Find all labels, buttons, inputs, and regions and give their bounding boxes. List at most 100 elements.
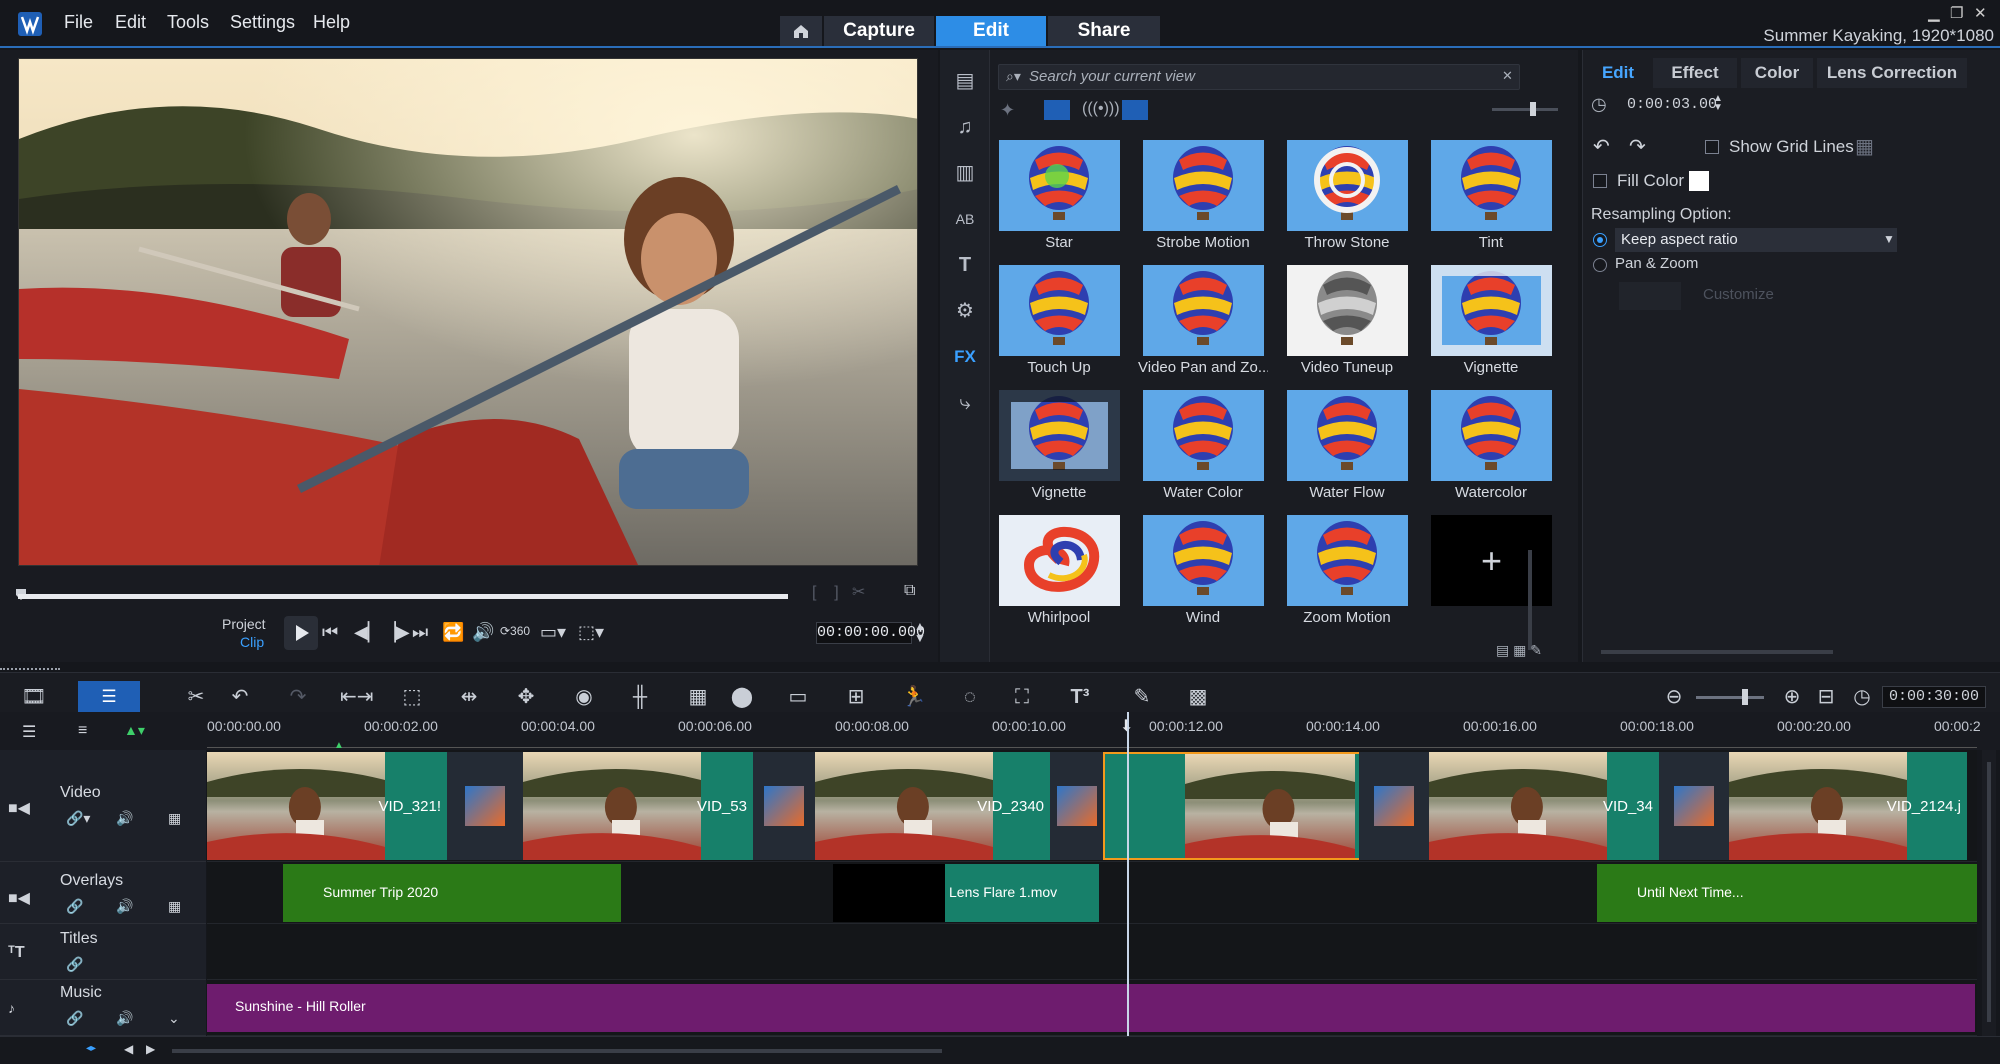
add-effect-button[interactable]: + <box>1431 515 1552 606</box>
3d-title-icon[interactable]: T³ <box>1066 683 1094 711</box>
effect-thumbnail[interactable]: Tint <box>1426 136 1556 256</box>
timeline-view-button[interactable]: ☰ <box>78 681 140 713</box>
thumbnail-size-handle[interactable] <box>1530 102 1536 116</box>
library-view-icon[interactable]: ▤ ▦ ✎ <box>1496 642 1542 659</box>
instant-project-icon[interactable]: ▥ <box>950 158 980 188</box>
video-clip[interactable]: VID_34 <box>1429 752 1659 860</box>
view-all-button[interactable] <box>1122 100 1148 120</box>
painting-icon[interactable]: ✎ <box>1128 683 1156 711</box>
effect-thumbnail[interactable]: Wind <box>1138 511 1268 631</box>
play-button[interactable] <box>284 616 318 650</box>
zoom-out-icon[interactable]: ⊖ <box>1660 683 1688 711</box>
track-header-video[interactable]: ■◀ Video 🔗▾ 🔊 ▦ <box>0 750 206 862</box>
motion-tracking-icon[interactable]: 🏃 <box>900 683 928 711</box>
mute-icon[interactable]: 🔊 <box>116 1010 133 1027</box>
track-header-music[interactable]: ♪ Music 🔗 🔊 ⌄ <box>0 980 206 1036</box>
effect-thumbnail[interactable]: Star <box>994 136 1124 256</box>
timeline-ruler[interactable]: ☰ ≡ ▲▾ 00:00:00.00 00:00:02.00 00:00:04.00… <box>0 712 2000 751</box>
fill-color-checkbox[interactable] <box>1593 174 1607 188</box>
go-to-start-icon[interactable]: ⏮ <box>322 622 338 643</box>
zoom-slider[interactable] <box>1696 696 1764 699</box>
move-icon[interactable]: ✥ <box>512 683 540 711</box>
effect-thumbnail[interactable]: Watercolor <box>1426 386 1556 506</box>
previous-frame-icon[interactable]: ◀▏ <box>354 622 382 643</box>
zoom-in-icon[interactable]: ⊕ <box>1778 683 1806 711</box>
view-video-filter-button[interactable] <box>1044 100 1070 120</box>
grid-icon[interactable]: ▦ <box>168 898 181 915</box>
track-lane-titles[interactable] <box>207 924 1977 980</box>
customize-button[interactable]: Customize <box>1703 286 1774 303</box>
redo-icon[interactable]: ↷ <box>284 683 312 711</box>
effect-thumbnail[interactable]: Vignette <box>1426 261 1556 381</box>
audio-icon[interactable]: ♫ <box>950 112 980 142</box>
menu-help[interactable]: Help <box>313 12 350 33</box>
effect-thumbnail[interactable]: Zoom Motion <box>1282 511 1412 631</box>
link-icon[interactable]: 🔗 <box>66 956 83 973</box>
show-grid-lines-checkbox[interactable] <box>1705 140 1719 154</box>
video-clip[interactable]: VID_321! <box>207 752 447 860</box>
mask-icon[interactable]: ⬤ <box>728 683 756 711</box>
options-scrollbar[interactable] <box>1601 650 1833 654</box>
transition-block[interactable] <box>1359 752 1429 860</box>
menu-edit[interactable]: Edit <box>115 12 146 33</box>
clip-mode-label[interactable]: Clip <box>240 634 264 650</box>
pan-zoom-icon[interactable]: ⛶ <box>1008 683 1036 711</box>
pan-zoom-preset-select[interactable] <box>1619 282 1681 310</box>
restore-icon[interactable]: ❐ <box>1950 4 1963 22</box>
minimize-icon[interactable]: ▁ <box>1928 4 1940 22</box>
link-icon[interactable]: 🔗 <box>66 898 83 915</box>
undo-icon[interactable]: ↶ <box>226 683 254 711</box>
tab-edit[interactable]: Edit <box>936 16 1046 46</box>
preview-scrubber[interactable] <box>18 594 788 599</box>
scroll-left-icon[interactable]: ◀ <box>124 1042 133 1056</box>
fit-project-icon[interactable]: ⇤⇥ <box>340 683 374 711</box>
clear-search-icon[interactable]: ✕ <box>1502 68 1513 84</box>
title-icon[interactable]: T <box>950 250 980 280</box>
effect-thumbnail[interactable]: Video Tuneup <box>1282 261 1412 381</box>
track-lane-overlays[interactable]: Summer Trip 2020 Lens Flare 1.mov Until Ne… <box>207 862 1977 924</box>
zoom-slider-handle[interactable] <box>1742 689 1748 705</box>
playhead[interactable] <box>1127 712 1129 1036</box>
tab-options-color[interactable]: Color <box>1741 58 1813 88</box>
effect-thumbnail[interactable]: Strobe Motion <box>1138 136 1268 256</box>
overlay-clip[interactable]: Summer Trip 2020 <box>283 864 621 922</box>
track-manager-icon[interactable]: ☰ <box>22 722 36 742</box>
video-clip[interactable]: VID_2124.j <box>1729 752 1967 860</box>
home-button[interactable] <box>780 16 822 46</box>
menu-file[interactable]: File <box>64 12 93 33</box>
video-clip[interactable]: VID_2340 <box>815 752 1050 860</box>
stop-motion-icon[interactable]: ▩ <box>1184 683 1212 711</box>
video-clip[interactable]: VID_53 <box>523 752 753 860</box>
tab-share[interactable]: Share <box>1048 16 1160 46</box>
timecode-stepper[interactable]: ▲ ▼ <box>914 620 926 644</box>
go-to-end-icon[interactable]: ⏭ <box>412 622 428 643</box>
audio-wave-icon[interactable]: ╫ <box>626 683 654 711</box>
subtitle-icon[interactable]: ▭ <box>784 683 812 711</box>
timeline-vertical-scrollbar[interactable] <box>1982 750 1996 1036</box>
effect-thumbnail[interactable]: Water Flow <box>1282 386 1412 506</box>
ripple-edit-icon[interactable]: ▲▾ <box>124 722 145 739</box>
library-scrollbar[interactable] <box>1528 550 1532 650</box>
transition-block[interactable] <box>1659 752 1729 860</box>
fit-timeline-icon[interactable]: ⊟ <box>1812 683 1840 711</box>
fx-filter-icon[interactable]: FX <box>950 342 980 372</box>
link-icon[interactable]: 🔗 <box>66 1010 83 1027</box>
rotate-right-icon[interactable]: ↷ <box>1629 134 1646 159</box>
storyboard-view-icon[interactable]: 🎞 <box>20 683 48 711</box>
overlay-clip[interactable]: Until Next Time... <box>1597 864 1977 922</box>
close-icon[interactable]: ✕ <box>1974 4 1987 22</box>
repeat-icon[interactable]: 🔁 <box>442 622 464 643</box>
add-track-icon[interactable]: ≡ <box>78 722 87 740</box>
toolbox-icon[interactable]: ✂ <box>182 683 210 711</box>
link-icon[interactable]: 🔗▾ <box>66 810 90 827</box>
add-to-favorites-icon[interactable]: ✦ <box>1000 100 1015 121</box>
tab-lens-correction[interactable]: Lens Correction <box>1817 58 1967 88</box>
thumbnail-size-slider[interactable] <box>1492 108 1558 111</box>
split-icon[interactable]: ⇹ <box>455 683 483 711</box>
aspect-icon[interactable]: ▭▾ <box>540 622 566 643</box>
transition-block[interactable] <box>1050 752 1103 860</box>
graphics-icon[interactable]: ⚙ <box>950 296 980 326</box>
pan-zoom-radio[interactable] <box>1593 258 1607 272</box>
multicam-icon[interactable]: ▦ <box>684 683 712 711</box>
search-input[interactable]: Search your current view <box>998 64 1520 90</box>
